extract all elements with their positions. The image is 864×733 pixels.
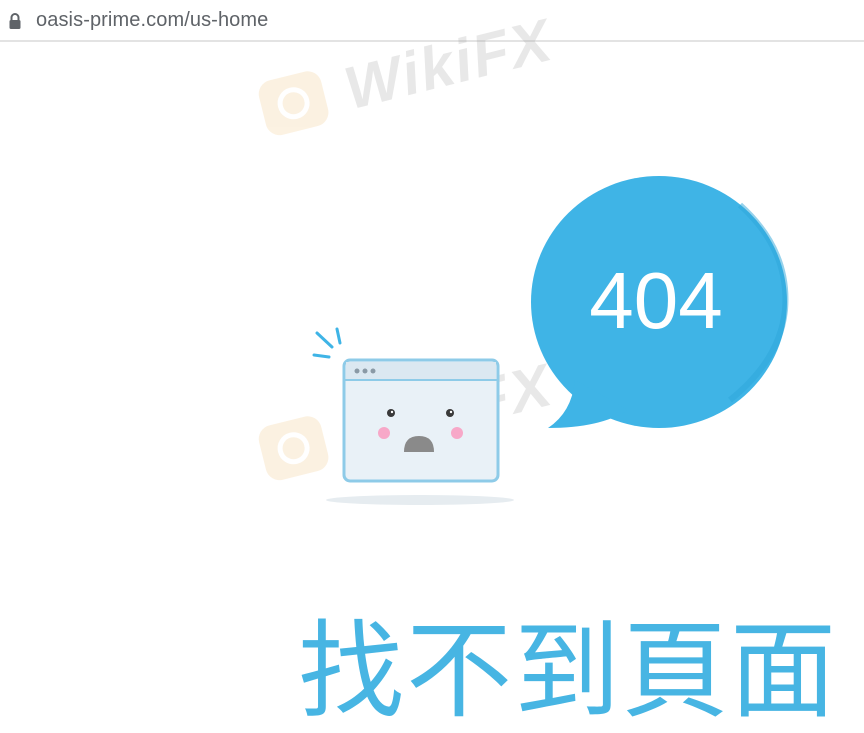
error-code: 404 <box>589 256 722 345</box>
page: oasis-prime.com/us-home WikiFX WikiFX 40… <box>0 0 864 733</box>
not-found-message: 找不到頁面 <box>298 610 838 733</box>
sad-browser-window-icon <box>342 358 500 483</box>
window-shadow <box>326 495 514 505</box>
surprise-lines-icon <box>312 327 342 359</box>
